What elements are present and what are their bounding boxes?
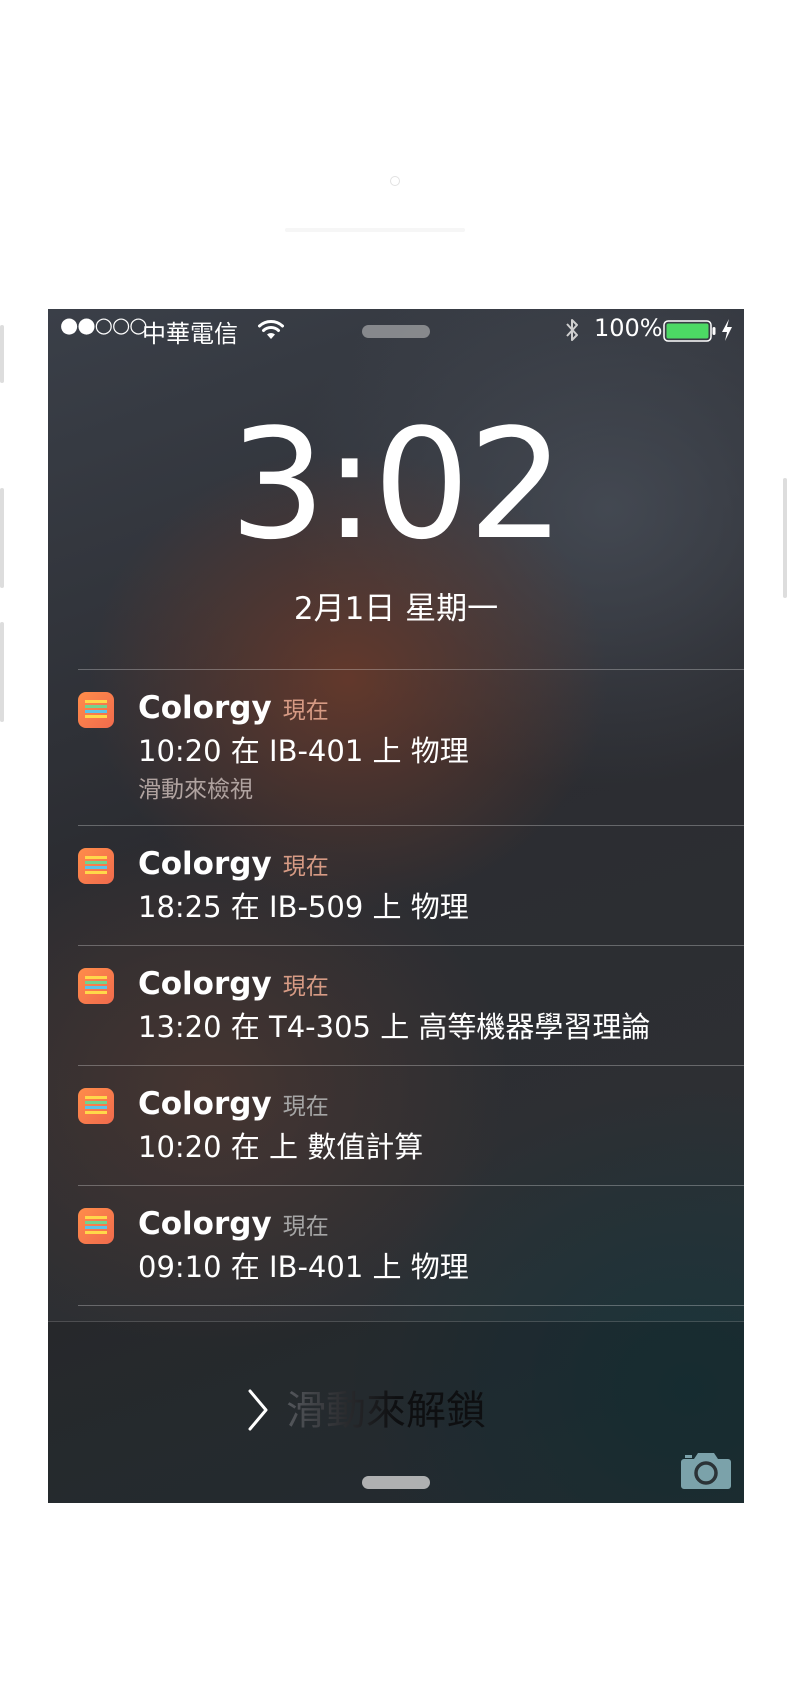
notification-app-name: Colorgy <box>138 1206 272 1242</box>
notification-time: 現在 <box>282 974 329 1000</box>
clock-separator: : <box>324 396 375 573</box>
notification-body: 10:20 在 上 數值計算 <box>138 1130 424 1164</box>
camera-icon[interactable] <box>680 1450 732 1494</box>
carrier-name: 中華電信 <box>142 320 238 348</box>
colorgy-app-icon <box>78 1208 114 1244</box>
notification-body: 13:20 在 T4-305 上 高等機器學習理論 <box>138 1010 651 1044</box>
notification-item[interactable]: Colorgy 現在 13:20 在 T4-305 上 高等機器學習理論 <box>78 946 744 1065</box>
notification-swipe-hint: 滑動來檢視 <box>138 777 253 803</box>
notification-time: 現在 <box>282 1094 329 1120</box>
notification-item[interactable]: Colorgy 現在 10:20 在 IB-401 上 物理 滑動來檢視 <box>78 670 744 825</box>
battery-percentage: 100% <box>594 314 663 342</box>
chevron-right-icon <box>246 1388 270 1436</box>
control-center-grabber[interactable] <box>362 1476 430 1489</box>
notification-app-name: Colorgy <box>138 846 272 882</box>
colorgy-app-icon <box>78 968 114 1004</box>
lock-screen-date: 2月1日 星期一 <box>293 591 499 627</box>
power-button <box>783 478 787 598</box>
slide-to-unlock-label: 滑動來解鎖 <box>286 1378 486 1436</box>
wifi-icon <box>256 317 286 345</box>
notification-time: 現在 <box>282 854 329 880</box>
notification-item[interactable]: Colorgy 現在 10:20 在 上 數值計算 <box>78 1066 744 1185</box>
lock-screen-clock: 3:02 <box>48 409 744 561</box>
notification-time: 現在 <box>282 698 329 724</box>
notification-app-name: Colorgy <box>138 690 272 726</box>
notification-list: Colorgy 現在 10:20 在 IB-401 上 物理 滑動來檢視 Col… <box>78 669 744 1306</box>
front-camera <box>390 176 400 186</box>
status-bar: ●●○○○ 中華電信 100% <box>48 309 744 353</box>
notification-item[interactable]: Colorgy 現在 18:25 在 IB-509 上 物理 <box>78 826 744 945</box>
notification-time: 現在 <box>282 1214 329 1240</box>
charging-bolt-icon <box>720 318 734 346</box>
notification-center-grabber[interactable] <box>362 325 430 338</box>
notification-app-name: Colorgy <box>138 966 272 1002</box>
battery-icon <box>663 320 717 346</box>
clock-hours: 3 <box>229 396 326 573</box>
slide-to-unlock-area[interactable]: 滑動來解鎖 <box>48 1321 744 1503</box>
volume-up-button <box>0 488 4 588</box>
notification-item[interactable]: Colorgy 現在 09:10 在 IB-401 上 物理 <box>78 1186 744 1305</box>
colorgy-app-icon <box>78 848 114 884</box>
colorgy-app-icon <box>78 692 114 728</box>
mute-switch <box>0 325 4 383</box>
volume-down-button <box>0 622 4 722</box>
bluetooth-icon <box>564 317 580 347</box>
lock-screen: ●●○○○ 中華電信 100% 3:02 2月1日 星期一 Colorgy 現在… <box>48 309 744 1503</box>
signal-strength: ●●○○○ <box>60 313 148 337</box>
colorgy-app-icon <box>78 1088 114 1124</box>
earpiece-speaker <box>285 228 465 232</box>
notification-body: 18:25 在 IB-509 上 物理 <box>138 890 469 924</box>
notification-app-name: Colorgy <box>138 1086 272 1122</box>
notification-body: 09:10 在 IB-401 上 物理 <box>138 1250 469 1284</box>
divider <box>78 1305 744 1306</box>
notification-body: 10:20 在 IB-401 上 物理 <box>138 734 469 768</box>
clock-minutes: 02 <box>373 396 564 573</box>
